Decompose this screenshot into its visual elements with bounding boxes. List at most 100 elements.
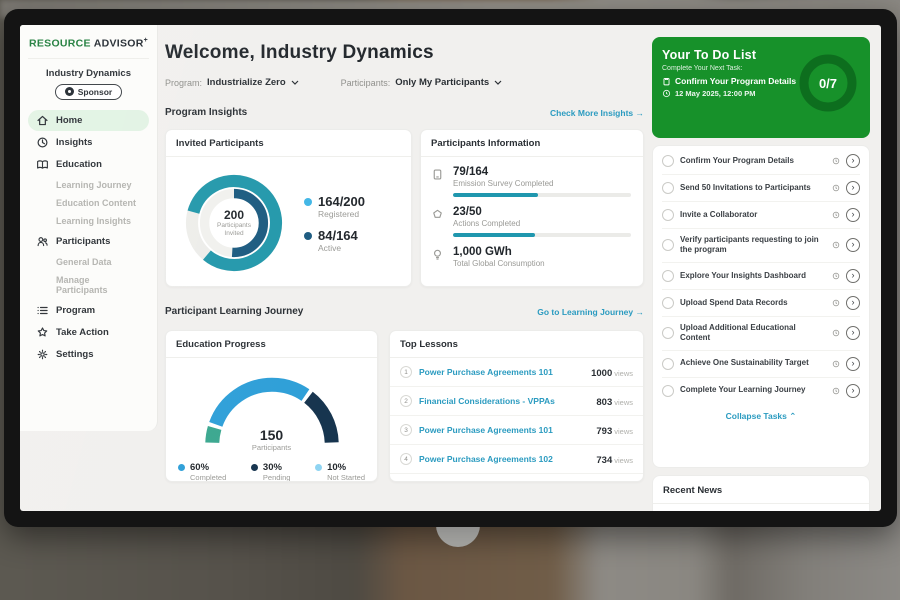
task-checkbox[interactable] <box>662 358 674 370</box>
task-row[interactable]: Explore Your Insights Dashboard › <box>662 263 860 290</box>
stat-value: 79/164 <box>453 166 631 178</box>
sidebar-item-insights[interactable]: Insights <box>28 132 149 153</box>
task-row[interactable]: Achieve One Sustainability Target › <box>662 351 860 378</box>
task-row[interactable]: Upload Spend Data Records › <box>662 290 860 317</box>
lesson-views: 1000 <box>591 368 612 379</box>
views-suffix: views <box>614 369 633 378</box>
sidebar-item-participants[interactable]: Participants <box>28 231 149 252</box>
task-row[interactable]: Confirm Your Program Details › <box>662 148 860 175</box>
donut-legend: 164/200 Registered 84/164 Active <box>304 185 365 262</box>
task-label: Explore Your Insights Dashboard <box>680 271 826 281</box>
home-icon <box>36 114 49 127</box>
task-chevron-button[interactable]: › <box>846 357 860 371</box>
sidebar-item-home[interactable]: Home <box>28 110 149 131</box>
lesson-title-link[interactable]: Power Purchase Agreements 101 <box>419 367 584 377</box>
screen: RESOURCE ADVISOR+ Industry Dynamics Spon… <box>20 25 881 511</box>
legend-value: 10% <box>327 462 365 473</box>
stat-label: Total Global Consumption <box>453 259 631 268</box>
task-chevron-button[interactable]: › <box>846 154 860 168</box>
program-filter[interactable]: Program: Industrialize Zero <box>165 77 299 88</box>
sidebar-item-education-content[interactable]: Education Content <box>28 194 149 212</box>
clock-icon <box>832 157 840 165</box>
todo-next-task-label: Confirm Your Program Details <box>675 76 796 86</box>
sidebar-item-label: Program <box>56 305 95 316</box>
legend-dot <box>178 464 185 471</box>
task-chevron-button[interactable]: › <box>846 384 860 398</box>
program-filter-label: Program: <box>165 78 202 88</box>
sidebar-item-settings[interactable]: Settings <box>28 344 149 365</box>
stat-label: Emission Survey Completed <box>453 179 631 188</box>
task-chevron-button[interactable]: › <box>846 181 860 195</box>
lesson-row[interactable]: 5 Power Purchase Agreements 103 600views <box>390 474 643 482</box>
task-checkbox[interactable] <box>662 239 674 251</box>
lesson-title-link[interactable]: Power Purchase Agreements 101 <box>419 425 589 435</box>
clock-icon <box>832 211 840 219</box>
task-chevron-button[interactable]: › <box>846 208 860 222</box>
recent-news-title: Recent News <box>653 476 869 504</box>
lesson-title-link[interactable]: Financial Considerations - VPPAs <box>419 396 589 406</box>
book-icon <box>36 158 49 171</box>
bulb-icon <box>431 248 444 261</box>
lesson-row[interactable]: 1 Power Purchase Agreements 101 1000view… <box>390 358 643 387</box>
go-to-learning-journey-link[interactable]: Go to Learning Journey → <box>537 307 644 317</box>
lesson-title-link[interactable]: Power Purchase Agreements 102 <box>419 454 589 464</box>
lesson-row[interactable]: 4 Power Purchase Agreements 102 734views <box>390 445 643 474</box>
lesson-row[interactable]: 2 Financial Considerations - VPPAs 803vi… <box>390 387 643 416</box>
participants-filter[interactable]: Participants: Only My Participants <box>341 77 503 88</box>
task-list: Confirm Your Program Details › Send 50 I… <box>652 145 870 468</box>
lesson-row[interactable]: 3 Power Purchase Agreements 101 793views <box>390 416 643 445</box>
legend-completed: 60% Completed <box>178 462 226 482</box>
sidebar-item-learning-insights[interactable]: Learning Insights <box>28 212 149 230</box>
clock-icon <box>662 89 671 98</box>
task-label: Confirm Your Program Details <box>680 156 826 166</box>
sidebar-item-general-data[interactable]: General Data <box>28 253 149 271</box>
task-checkbox[interactable] <box>662 385 674 397</box>
sidebar-item-manage-participants[interactable]: Manage Participants <box>28 271 149 299</box>
task-checkbox[interactable] <box>662 270 674 282</box>
stat-global-consumption: 1,000 GWh Total Global Consumption <box>421 237 643 273</box>
actions-icon <box>431 208 444 221</box>
task-label: Send 50 Invitations to Participants <box>680 183 826 193</box>
program-insights-header: Program Insights Check More Insights → <box>165 107 644 118</box>
legend-active: 84/164 Active <box>304 228 365 253</box>
clipboard-icon <box>662 77 671 86</box>
check-more-insights-link[interactable]: Check More Insights → <box>550 108 644 118</box>
task-row[interactable]: Verify participants requesting to join t… <box>662 229 860 263</box>
sponsor-badge-label: Sponsor <box>78 87 112 97</box>
task-checkbox[interactable] <box>662 297 674 309</box>
card-title: Top Lessons <box>390 331 643 358</box>
card-title: Participants Information <box>421 130 643 157</box>
views-suffix: views <box>614 456 633 465</box>
task-row[interactable]: Upload Additional Educational Content › <box>662 317 860 351</box>
legend-dot <box>251 464 258 471</box>
participants-icon <box>36 235 49 248</box>
logo-secondary: ADVISOR <box>94 38 144 50</box>
task-chevron-button[interactable]: › <box>846 296 860 310</box>
task-checkbox[interactable] <box>662 155 674 167</box>
sidebar-item-label: Take Action <box>56 327 109 338</box>
task-row[interactable]: Invite a Collaborator › <box>662 202 860 229</box>
sidebar-item-education[interactable]: Education <box>28 154 149 175</box>
sidebar-item-learning-journey[interactable]: Learning Journey <box>28 176 149 194</box>
monitor-bezel: RESOURCE ADVISOR+ Industry Dynamics Spon… <box>4 9 897 527</box>
collapse-tasks-link[interactable]: Collapse Tasks ⌃ <box>662 404 860 426</box>
task-chevron-button[interactable]: › <box>846 269 860 283</box>
clock-icon <box>832 272 840 280</box>
task-chevron-button[interactable]: › <box>846 326 860 340</box>
task-checkbox[interactable] <box>662 209 674 221</box>
progress-bar-fill <box>453 193 538 197</box>
task-checkbox[interactable] <box>662 327 674 339</box>
sponsor-icon <box>65 87 74 96</box>
sidebar-item-program[interactable]: Program <box>28 300 149 321</box>
logo-plus: + <box>144 37 148 44</box>
legend-value: 84/164 <box>318 228 358 243</box>
clock-icon <box>832 387 840 395</box>
task-chevron-button[interactable]: › <box>846 238 860 252</box>
task-row[interactable]: Send 50 Invitations to Participants › <box>662 175 860 202</box>
task-checkbox[interactable] <box>662 182 674 194</box>
stat-actions-completed: 23/50 Actions Completed <box>421 197 643 237</box>
sidebar-item-label: Insights <box>56 137 92 148</box>
sidebar-item-take-action[interactable]: Take Action <box>28 322 149 343</box>
task-row[interactable]: Complete Your Learning Journey › <box>662 378 860 404</box>
legend-label: Not Started <box>327 473 365 482</box>
